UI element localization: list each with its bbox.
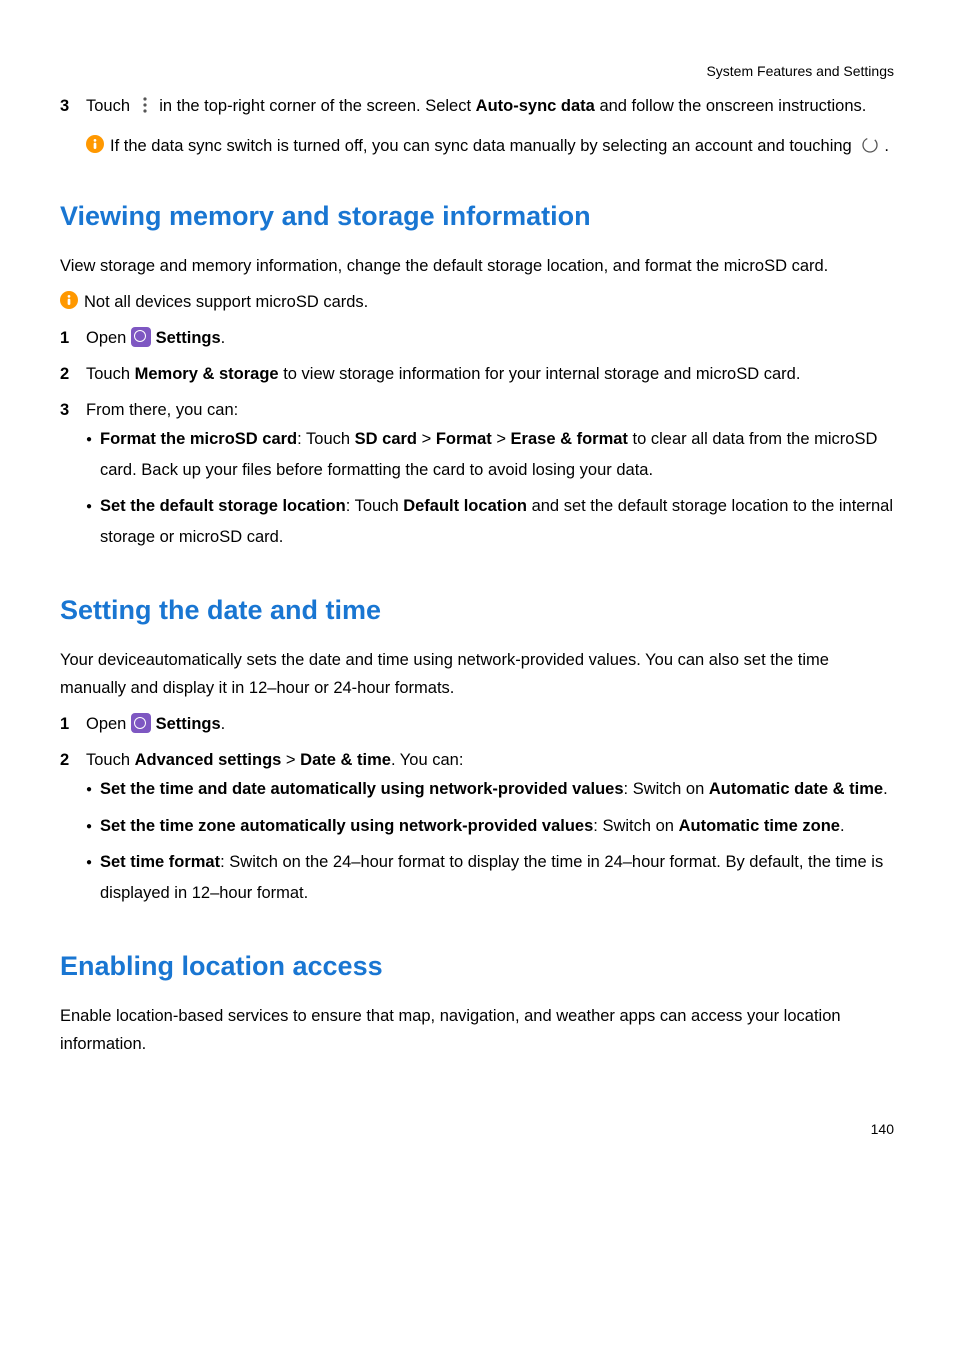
step-number: 1 [60, 710, 86, 738]
text: : Touch [346, 497, 399, 515]
bullet-icon: ● [86, 424, 100, 485]
info-note: If the data sync switch is turned off, y… [86, 132, 894, 164]
text: . You can: [391, 751, 464, 769]
bold-label: Set the time and date automatically usin… [100, 780, 624, 798]
bold-label: Auto-sync data [476, 97, 595, 115]
bullet-content: Set the time and date automatically usin… [100, 774, 894, 805]
bullet-content: Set time format: Switch on the 24–hour f… [100, 847, 894, 908]
bold-label: Settings [156, 329, 221, 347]
paragraph: Enable location-based services to ensure… [60, 1002, 894, 1058]
paragraph: View storage and memory information, cha… [60, 252, 894, 280]
bold-label: Set time format [100, 853, 220, 871]
bold-label: Advanced settings [135, 751, 282, 769]
heading-memory-storage: Viewing memory and storage information [60, 194, 894, 240]
settings-app-icon [131, 713, 151, 733]
step-number: 2 [60, 360, 86, 388]
list-item: ● Format the microSD card: Touch SD card… [86, 424, 894, 485]
bold-label: Set the default storage location [100, 497, 346, 515]
list-item: ● Set the time zone automatically using … [86, 811, 894, 842]
bold-label: Memory & storage [135, 365, 279, 383]
text: Open [86, 715, 126, 733]
bold-label: Date & time [300, 751, 391, 769]
bullet-content: Format the microSD card: Touch SD card >… [100, 424, 894, 485]
bullet-icon: ● [86, 491, 100, 552]
list-item: ● Set the default storage location: Touc… [86, 491, 894, 552]
step-content: From there, you can: ● Format the microS… [86, 396, 894, 558]
info-icon [60, 291, 78, 309]
step-2: 2 Touch Memory & storage to view storage… [60, 360, 894, 388]
bold-label: Format the microSD card [100, 430, 297, 448]
text: : Switch on [624, 780, 705, 798]
text: and follow the onscreen instructions. [599, 97, 866, 115]
step-number: 3 [60, 396, 86, 558]
step-number: 1 [60, 324, 86, 352]
text: From there, you can: [86, 396, 894, 424]
list-item: ● Set time format: Switch on the 24–hour… [86, 847, 894, 908]
step-content: Touch Memory & storage to view storage i… [86, 360, 894, 388]
text: . [884, 137, 889, 155]
bold-label: SD card [355, 430, 417, 448]
text: Touch [86, 751, 130, 769]
note-content: If the data sync switch is turned off, y… [104, 132, 894, 164]
step-1b: 1 Open Settings. [60, 710, 894, 738]
bold-label: Format [436, 430, 492, 448]
text: to view storage information for your int… [283, 365, 800, 383]
more-vert-icon [141, 95, 149, 124]
step-1: 1 Open Settings. [60, 324, 894, 352]
info-note: Not all devices support microSD cards. [60, 288, 894, 316]
page-header: System Features and Settings [60, 60, 894, 84]
bold-label: Automatic time zone [679, 817, 840, 835]
step-content: Touch in the top-right corner of the scr… [86, 92, 894, 124]
bold-label: Set the time zone automatically using ne… [100, 817, 593, 835]
text: : Switch on [593, 817, 674, 835]
step-content: Open Settings. [86, 324, 894, 352]
bullet-content: Set the time zone automatically using ne… [100, 811, 894, 842]
step-3: 3 Touch in the top-right corner of the s… [60, 92, 894, 124]
step-number: 2 [60, 746, 86, 914]
text: Touch [86, 97, 130, 115]
info-icon [86, 135, 104, 153]
step-2b: 2 Touch Advanced settings > Date & time.… [60, 746, 894, 914]
step-3b: 3 From there, you can: ● Format the micr… [60, 396, 894, 558]
text: Touch [86, 365, 130, 383]
step-number: 3 [60, 92, 86, 124]
bullet-content: Set the default storage location: Touch … [100, 491, 894, 552]
list-item: ● Set the time and date automatically us… [86, 774, 894, 805]
bullet-icon: ● [86, 847, 100, 908]
heading-date-time: Setting the date and time [60, 588, 894, 634]
step-content: Open Settings. [86, 710, 894, 738]
bold-label: Default location [403, 497, 527, 515]
heading-location-access: Enabling location access [60, 944, 894, 990]
text: : Touch [297, 430, 350, 448]
text: If the data sync switch is turned off, y… [110, 137, 852, 155]
bold-label: Erase & format [511, 430, 628, 448]
bold-label: Settings [156, 715, 221, 733]
step-content: Touch Advanced settings > Date & time. Y… [86, 746, 894, 914]
refresh-icon [860, 135, 880, 164]
settings-app-icon [131, 327, 151, 347]
paragraph: Your deviceautomatically sets the date a… [60, 646, 894, 702]
bullet-icon: ● [86, 774, 100, 805]
text: Open [86, 329, 126, 347]
note-content: Not all devices support microSD cards. [78, 288, 894, 316]
text: in the top-right corner of the screen. S… [159, 97, 471, 115]
page-number: 140 [60, 1118, 894, 1142]
bullet-icon: ● [86, 811, 100, 842]
bold-label: Automatic date & time [709, 780, 883, 798]
